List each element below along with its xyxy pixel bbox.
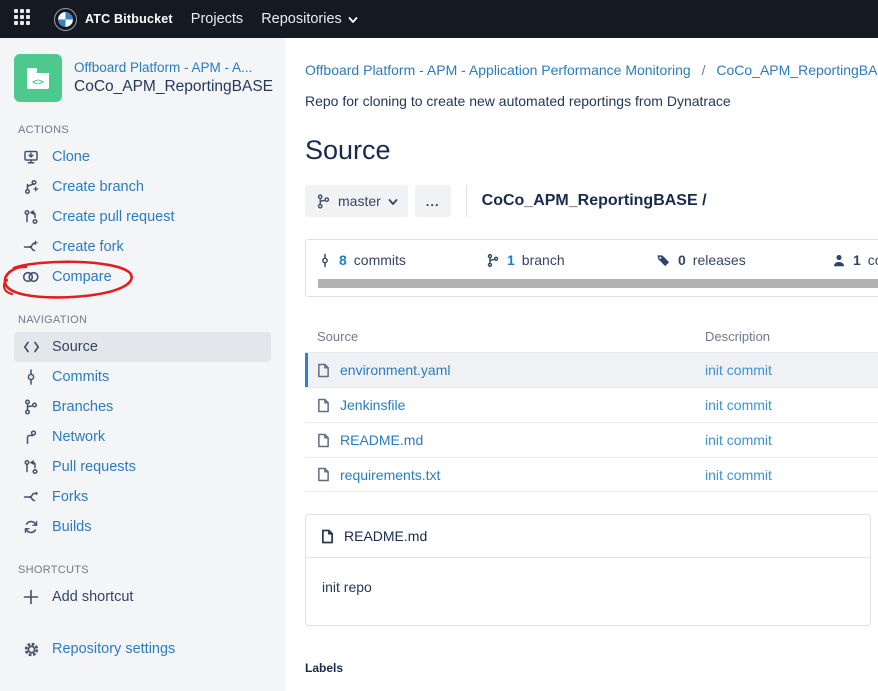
brand[interactable]: ATC Bitbucket	[54, 8, 173, 31]
file-icon	[317, 433, 330, 448]
table-header: Source Description	[305, 323, 878, 352]
file-icon	[317, 398, 330, 413]
readme-panel: README.md init repo	[305, 514, 871, 626]
nav-item-network[interactable]: Network	[14, 422, 271, 452]
file-link[interactable]: environment.yaml	[340, 362, 451, 378]
action-create-fork[interactable]: Create fork	[14, 232, 271, 262]
branch-icon	[22, 399, 40, 415]
nav-projects[interactable]: Projects	[191, 11, 243, 27]
file-link[interactable]: requirements.txt	[340, 467, 440, 483]
pull-request-icon	[22, 459, 40, 475]
sidebar-project-link[interactable]: Offboard Platform - APM - A...	[74, 60, 259, 75]
branch-icon	[316, 194, 331, 209]
commit-message-link[interactable]: init commit	[705, 397, 772, 413]
table-row[interactable]: environment.yaml init commit	[305, 352, 878, 387]
branch-toolbar: master ... CoCo_APM_ReportingBASE /	[305, 185, 878, 217]
column-header-source: Source	[305, 329, 705, 344]
readme-header: README.md	[306, 515, 870, 558]
repository-settings[interactable]: Repository settings	[14, 634, 271, 664]
repo-stats-panel: 8commits 1branch 0releases	[305, 239, 878, 297]
nav-item-builds[interactable]: Builds	[14, 512, 271, 542]
repo-avatar[interactable]: <>	[14, 54, 62, 102]
tag-icon	[656, 253, 671, 268]
nav-item-source[interactable]: Source	[14, 332, 271, 362]
clone-icon	[22, 149, 40, 165]
shortcut-add[interactable]: Add shortcut	[14, 582, 271, 612]
divider	[466, 185, 467, 217]
create-branch-icon	[22, 179, 40, 195]
column-header-description: Description	[705, 329, 878, 344]
breadcrumb-separator: /	[702, 62, 706, 78]
page-title: Source	[305, 135, 878, 166]
gear-icon	[22, 641, 40, 657]
stat-commits[interactable]: 8commits	[318, 252, 486, 268]
pull-request-icon	[22, 209, 40, 225]
svg-text:<>: <>	[32, 77, 44, 88]
commit-message-link[interactable]: init commit	[705, 432, 772, 448]
builds-icon	[22, 519, 40, 535]
file-icon	[317, 467, 330, 482]
app-switcher-icon[interactable]	[14, 9, 34, 29]
compare-icon	[22, 269, 40, 285]
file-icon	[317, 363, 330, 378]
branch-selector-button[interactable]: master	[305, 185, 408, 217]
breadcrumb-repo-link[interactable]: CoCo_APM_ReportingBASE	[716, 62, 878, 78]
section-header-navigation: NAVIGATION	[18, 314, 267, 326]
labels-section: Labels Add unique labels to this reposit…	[305, 661, 878, 691]
plus-icon	[22, 589, 40, 605]
chevron-down-icon	[388, 197, 397, 206]
nav-item-branches[interactable]: Branches	[14, 392, 271, 422]
commit-icon	[22, 369, 40, 385]
code-icon	[22, 339, 40, 355]
stat-releases: 0releases	[656, 252, 832, 268]
stat-branches[interactable]: 1branch	[486, 252, 656, 268]
network-icon	[22, 429, 40, 445]
table-row[interactable]: README.md init commit	[305, 422, 878, 457]
nav-item-forks[interactable]: Forks	[14, 482, 271, 512]
section-header-shortcuts: SHORTCUTS	[18, 564, 267, 576]
sidebar-repo-name: CoCo_APM_ReportingBASE	[74, 78, 273, 96]
commit-icon	[318, 253, 332, 268]
bmw-logo-icon	[54, 8, 77, 31]
fork-icon	[22, 239, 40, 255]
app-title: ATC Bitbucket	[85, 12, 173, 26]
breadcrumb-project-link[interactable]: Offboard Platform - APM - Application Pe…	[305, 62, 691, 78]
readme-content: init repo	[306, 558, 870, 625]
repo-path: CoCo_APM_ReportingBASE /	[482, 192, 707, 210]
table-row[interactable]: requirements.txt init commit	[305, 457, 878, 492]
branch-icon	[486, 253, 500, 268]
section-header-actions: ACTIONS	[18, 124, 267, 136]
file-link[interactable]: Jenkinsfile	[340, 397, 405, 413]
file-icon	[321, 529, 334, 544]
chevron-down-icon	[348, 15, 357, 24]
action-compare[interactable]: Compare	[14, 262, 271, 292]
action-create-branch[interactable]: Create branch	[14, 172, 271, 202]
labels-title: Labels	[305, 661, 878, 675]
nav-item-pull-requests[interactable]: Pull requests	[14, 452, 271, 482]
person-icon	[832, 253, 846, 268]
table-row[interactable]: Jenkinsfile init commit	[305, 387, 878, 422]
nav-repositories[interactable]: Repositories	[261, 11, 357, 27]
commit-message-link[interactable]: init commit	[705, 362, 772, 378]
action-clone[interactable]: Clone	[14, 142, 271, 172]
fork-icon	[22, 489, 40, 505]
more-actions-button[interactable]: ...	[415, 185, 451, 217]
nav-item-commits[interactable]: Commits	[14, 362, 271, 392]
file-link[interactable]: README.md	[340, 432, 423, 448]
horizontal-scrollbar[interactable]	[318, 279, 878, 288]
repo-description: Repo for cloning to create new automated…	[305, 93, 878, 109]
readme-filename: README.md	[344, 528, 427, 544]
file-table: Source Description environment.yaml init…	[305, 323, 878, 492]
action-create-pull-request[interactable]: Create pull request	[14, 202, 271, 232]
sidebar: <> Offboard Platform - APM - A... CoCo_A…	[0, 38, 285, 691]
main-content: Offboard Platform - APM - Application Pe…	[285, 38, 878, 691]
commit-message-link[interactable]: init commit	[705, 467, 772, 483]
breadcrumb: Offboard Platform - APM - Application Pe…	[305, 62, 878, 78]
top-navigation-bar: ATC Bitbucket Projects Repositories	[0, 0, 878, 38]
stat-contributors: 1contributors	[832, 252, 878, 268]
